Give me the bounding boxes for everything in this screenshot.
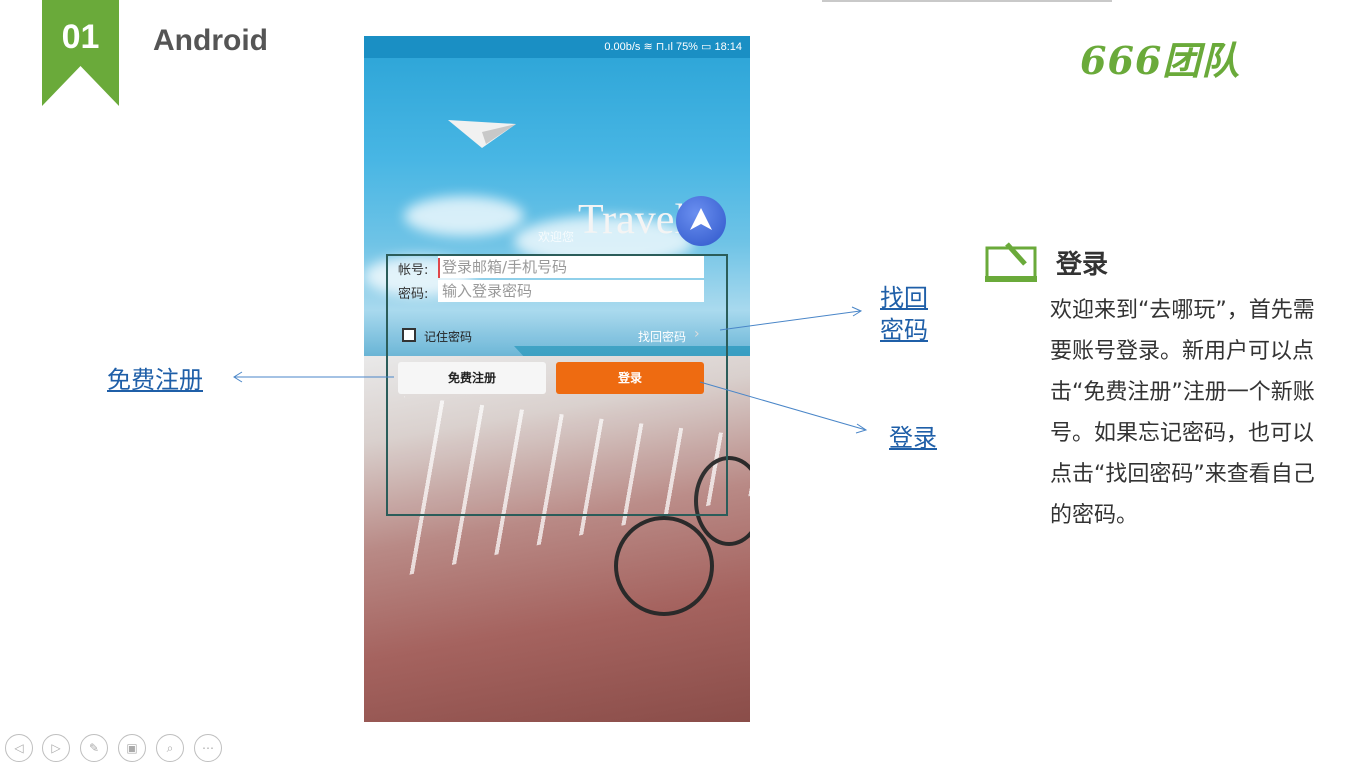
annotation-register[interactable]: 免费注册: [107, 360, 203, 395]
pen-icon[interactable]: ✎: [80, 734, 108, 762]
prev-icon[interactable]: ◁: [5, 734, 33, 762]
annotation-login[interactable]: 登录: [889, 418, 937, 453]
zoom-icon[interactable]: ⌕: [156, 734, 184, 762]
note-title: 登录: [1056, 250, 1109, 280]
login-callout-line: [699, 381, 867, 431]
notebook-pen-icon: [985, 242, 1037, 282]
slides-icon[interactable]: ▣: [118, 734, 146, 762]
note-body: 欢迎来到“去哪玩”，首先需要账号登录。新用户可以点击“免费注册”注册一个新账号。…: [1050, 298, 1315, 528]
next-icon[interactable]: ▷: [42, 734, 70, 762]
more-icon[interactable]: ⋯: [194, 734, 222, 762]
annotation-forgot-password[interactable]: 找回密码: [880, 282, 950, 346]
forgot-callout-line: [719, 310, 861, 331]
